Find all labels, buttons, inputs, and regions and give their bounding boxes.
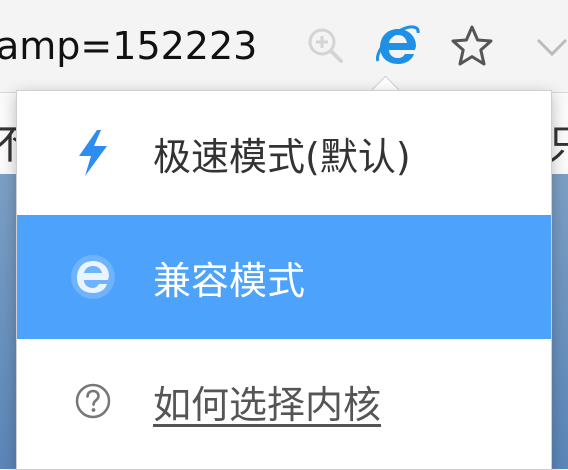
menu-item-label: 极速模式(默认) <box>153 134 411 179</box>
menu-item-how-to-choose[interactable]: 如何选择内核 <box>17 339 551 463</box>
zoom-in-icon[interactable] <box>300 20 350 70</box>
star-icon[interactable] <box>446 20 498 72</box>
ie-icon[interactable] <box>370 18 426 74</box>
menu-item-label: 兼容模式 <box>153 258 306 303</box>
menu-item-fast-mode[interactable]: 极速模式(默认) <box>17 91 551 215</box>
url-text[interactable]: amp=152223 <box>0 14 288 78</box>
help-link[interactable]: 如何选择内核 <box>153 374 381 429</box>
engine-mode-menu: 极速模式(默认) 兼容模式 如何选择内核 <box>16 90 552 470</box>
lightning-icon <box>63 123 123 183</box>
chevron-down-icon[interactable] <box>530 24 568 68</box>
menu-item-compat-mode[interactable]: 兼容模式 <box>17 215 551 339</box>
help-icon <box>63 371 123 431</box>
address-bar: amp=152223 <box>0 0 568 92</box>
ie-icon <box>63 247 123 307</box>
